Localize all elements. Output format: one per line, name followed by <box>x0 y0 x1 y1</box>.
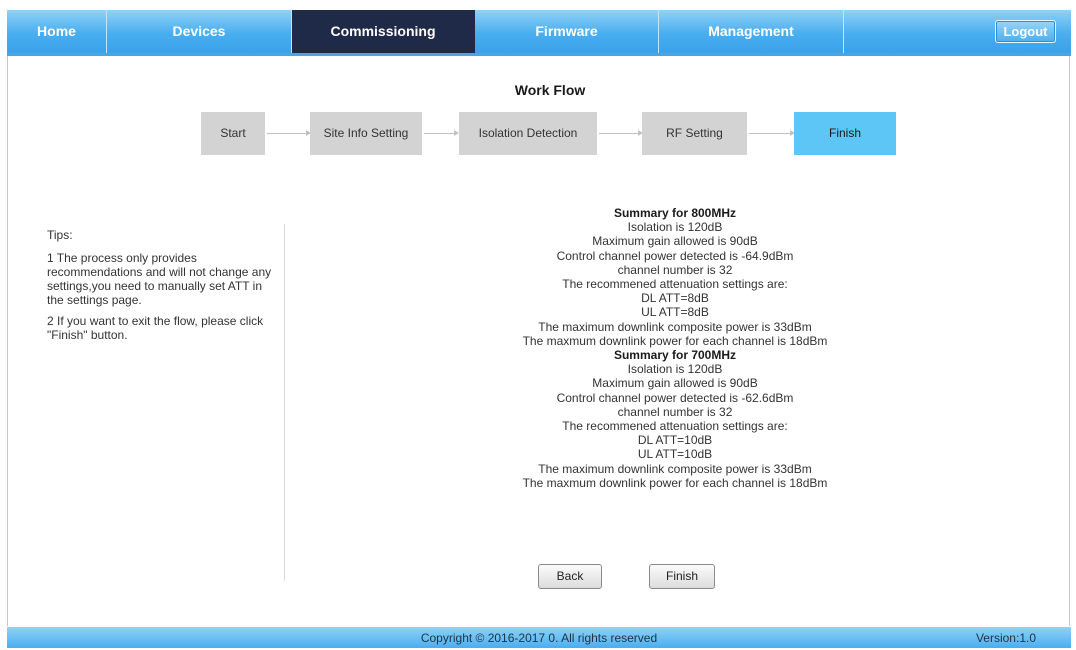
step-rf-setting: RF Setting <box>642 112 747 155</box>
workflow-title: Work Flow <box>514 82 586 98</box>
arrow-right-icon <box>424 130 459 136</box>
nav-firmware[interactable]: Firmware <box>475 10 659 53</box>
summary-line: Isolation is 120dB <box>627 362 723 377</box>
top-navigation: Home Devices Commissioning Firmware Mana… <box>7 10 1071 53</box>
summary-line: The maxmum downlink power for each chann… <box>522 333 828 348</box>
step-start: Start <box>201 112 265 155</box>
finish-button[interactable]: Finish <box>649 564 715 589</box>
arrow-right-icon <box>267 130 311 136</box>
summary-line: DL ATT=10dB <box>637 433 713 448</box>
summary-line: Isolation is 120dB <box>627 220 723 235</box>
summary-line: Maximum gain allowed is 90dB <box>592 234 758 249</box>
summary-line: The recommened attenuation settings are: <box>562 419 788 434</box>
tip-item: 2 If you want to exit the flow, please c… <box>47 314 264 342</box>
tips-title: Tips: <box>47 228 73 242</box>
summary-line: Maximum gain allowed is 90dB <box>592 376 758 391</box>
tips-panel: Tips: 1 The process only provides recomm… <box>47 228 279 349</box>
summary-heading-800: Summary for 800MHz <box>613 206 737 220</box>
nav-commissioning[interactable]: Commissioning <box>292 10 475 53</box>
summary-line: The recommened attenuation settings are: <box>562 277 788 292</box>
tip-item: 1 The process only provides recommendati… <box>47 251 272 307</box>
vertical-divider <box>284 224 285 581</box>
nav-management[interactable]: Management <box>659 10 844 53</box>
back-button[interactable]: Back <box>538 564 602 589</box>
summary-line: The maximum downlink composite power is … <box>538 461 812 476</box>
summary-line: channel number is 32 <box>617 404 733 419</box>
step-site-info-setting: Site Info Setting <box>310 112 422 155</box>
summary-line: Control channel power detected is -62.6d… <box>556 390 794 405</box>
summary-line: The maxmum downlink power for each chann… <box>522 475 828 490</box>
summary-line: UL ATT=8dB <box>641 305 709 320</box>
arrow-right-icon <box>749 130 795 136</box>
summary-line: Control channel power detected is -64.9d… <box>556 248 794 263</box>
summary-section: Summary for 800MHz Isolation is 120dB Ma… <box>470 206 880 490</box>
summary-line: channel number is 32 <box>617 262 733 277</box>
summary-line: DL ATT=8dB <box>641 291 709 306</box>
logout-button[interactable]: Logout <box>995 20 1056 43</box>
version-text: Version:1.0 <box>975 631 1036 645</box>
summary-heading-700: Summary for 700MHz <box>613 348 737 363</box>
arrow-right-icon <box>599 130 643 136</box>
summary-line: UL ATT=10dB <box>637 447 713 462</box>
summary-line: The maximum downlink composite power is … <box>538 319 812 334</box>
nav-home[interactable]: Home <box>7 10 107 53</box>
step-isolation-detection: Isolation Detection <box>459 112 597 155</box>
nav-devices[interactable]: Devices <box>107 10 292 53</box>
copyright-text: Copyright © 2016-2017 0. All rights rese… <box>420 631 658 645</box>
step-finish: Finish <box>794 112 896 155</box>
footer: Copyright © 2016-2017 0. All rights rese… <box>7 627 1071 648</box>
